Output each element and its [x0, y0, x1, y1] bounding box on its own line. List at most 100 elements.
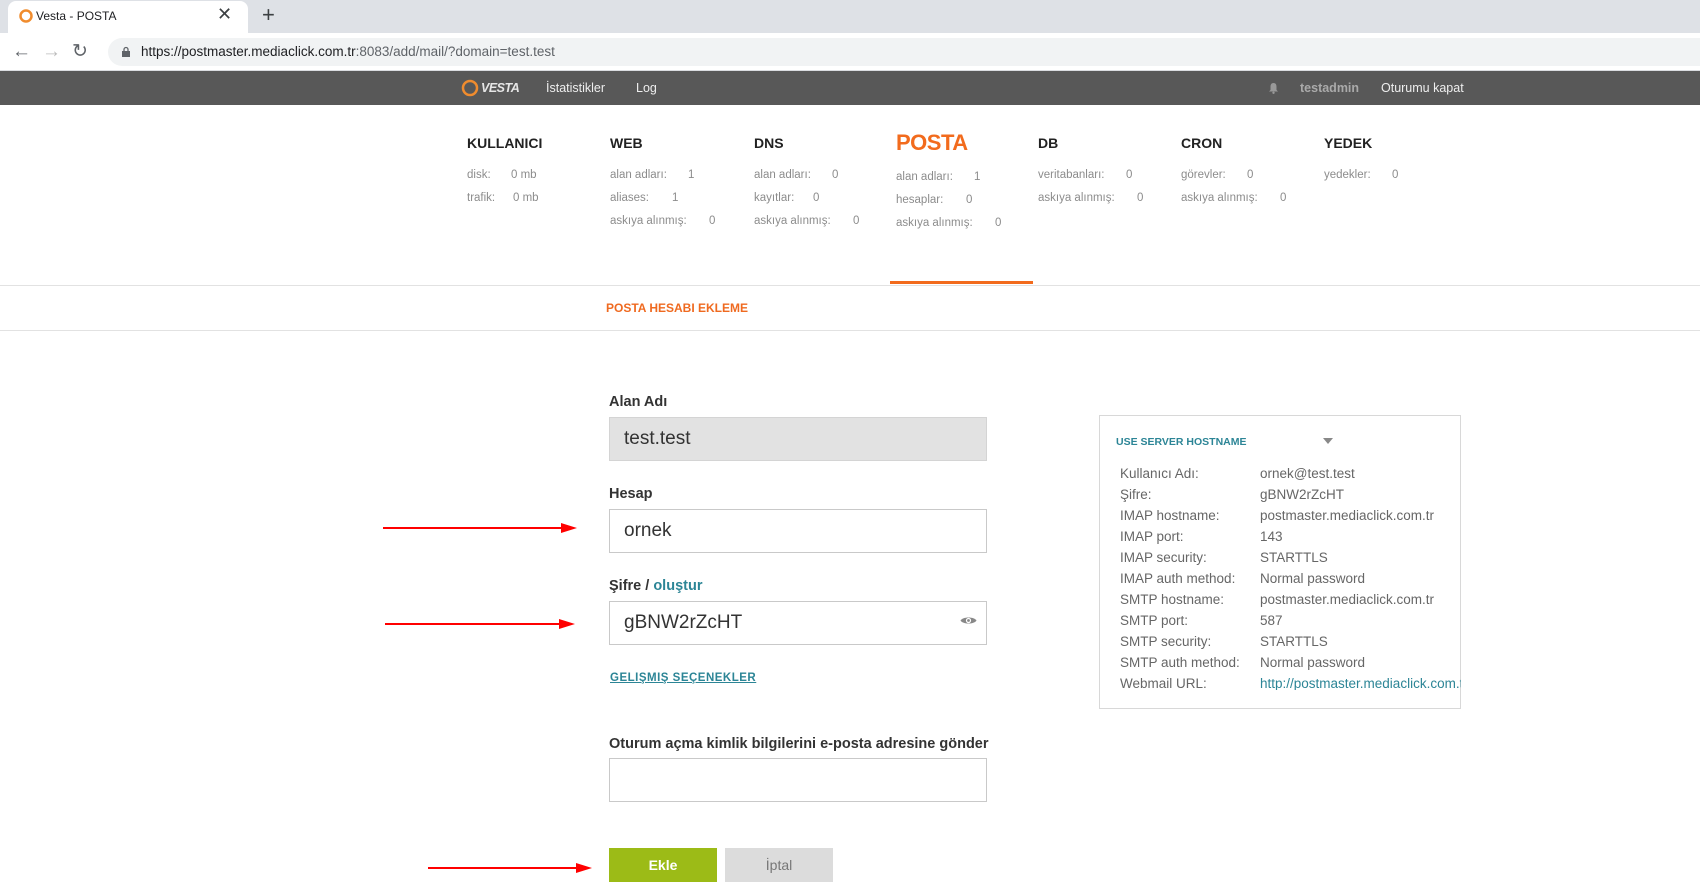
info-value: ornek@test.test [1260, 466, 1355, 481]
stat-label: alan adları: [610, 169, 667, 181]
info-key: SMTP security: [1120, 634, 1212, 649]
stat-dns-row: alan adları: 0 [754, 169, 838, 181]
stat-label: askıya alınmış: [896, 217, 973, 229]
info-key: IMAP security: [1120, 550, 1207, 565]
divider [0, 330, 1700, 331]
vesta-logo-icon[interactable] [461, 79, 479, 97]
nav-log[interactable]: Log [636, 81, 657, 95]
stat-value: 1 [672, 192, 679, 204]
stat-label: alan adları: [896, 171, 953, 183]
stat-dns-title[interactable]: DNS [754, 135, 784, 151]
user-name[interactable]: testadmin [1300, 81, 1359, 95]
stat-label: trafik: [467, 192, 496, 204]
stat-db-row: veritabanları: 0 [1038, 169, 1132, 181]
hostname-select[interactable]: USE SERVER HOSTNAME [1116, 436, 1247, 448]
stat-yedek-row: yedekler: 0 [1324, 169, 1398, 181]
info-value: STARTTLS [1260, 634, 1328, 649]
stat-kullanici[interactable]: KULLANICI [467, 135, 542, 151]
stat-value: 1 [688, 169, 695, 181]
vesta-logo-text[interactable]: VESTA [481, 81, 520, 95]
stat-label: askıya alınmış: [610, 215, 687, 227]
stat-value: 0 [709, 215, 716, 227]
page-title: POSTA HESABI EKLEME [606, 301, 749, 315]
stat-dns-row: kayıtlar: 0 [754, 192, 819, 204]
stat-label: disk: [467, 169, 491, 181]
stat-db-row: askıya alınmış: 0 [1038, 192, 1143, 204]
stat-dns-row: askıya alınmış: 0 [754, 215, 859, 227]
generate-password-link[interactable]: oluştur [653, 578, 702, 594]
divider [0, 285, 1700, 286]
address-url[interactable]: https://postmaster.mediaclick.com.tr:808… [141, 44, 555, 59]
info-key: IMAP auth method: [1120, 571, 1236, 586]
account-input[interactable]: ornek [609, 509, 987, 553]
stat-label: askıya alınmış: [754, 215, 831, 227]
advanced-options-link[interactable]: GELIŞMIŞ SEÇENEKLER [610, 672, 756, 684]
tab-close-icon[interactable]: ✕ [217, 5, 232, 23]
stat-posta-row: hesaplar: 0 [896, 194, 972, 206]
stat-web-row: askıya alınmış: 0 [610, 215, 715, 227]
stat-kullanici-row: disk: 0 mb [467, 169, 537, 181]
stat-label: hesaplar: [896, 194, 944, 206]
cancel-button[interactable]: İptal [725, 848, 833, 882]
new-tab-icon[interactable]: + [262, 3, 275, 27]
stat-posta-title[interactable]: POSTA [896, 130, 968, 156]
stat-label: alan adları: [754, 169, 811, 181]
eye-icon[interactable] [960, 615, 977, 626]
browser-tab-strip [0, 0, 1700, 33]
info-value: 143 [1260, 529, 1283, 544]
info-value: postmaster.mediaclick.com.tr [1260, 508, 1435, 523]
info-key: Webmail URL: [1120, 676, 1207, 690]
info-value: postmaster.mediaclick.com.tr [1260, 592, 1435, 607]
stat-cron-row: görevler: 0 [1181, 169, 1253, 181]
nav-statistics[interactable]: İstatistikler [546, 81, 605, 95]
stat-label: görevler: [1181, 169, 1226, 181]
stat-cron-title[interactable]: CRON [1181, 135, 1222, 151]
stat-value: 0 [1137, 192, 1144, 204]
info-key: IMAP hostname: [1120, 508, 1220, 523]
chevron-down-icon[interactable] [1323, 438, 1333, 444]
stat-value: 0 [995, 217, 1002, 229]
stat-db-title[interactable]: DB [1038, 135, 1058, 151]
back-icon[interactable]: ← [12, 42, 31, 62]
lock-icon [122, 46, 130, 57]
send-credentials-label: Oturum açma kimlik bilgilerini e-posta a… [609, 736, 989, 752]
stat-posta-row: askıya alınmış: 0 [896, 217, 1001, 229]
stat-label: askıya alınmış: [1038, 192, 1115, 204]
stat-label: kayıtlar: [754, 192, 795, 204]
stat-value: 0 [1247, 169, 1254, 181]
vesta-favicon-icon [19, 9, 33, 23]
info-value: STARTTLS [1260, 550, 1328, 565]
reload-icon[interactable]: ↻ [72, 42, 88, 62]
stat-value: 0 [1126, 169, 1133, 181]
stat-value: 0 [1392, 169, 1399, 181]
tab-title: Vesta - POSTA [36, 9, 117, 23]
stat-kullanici-title: KULLANICI [467, 135, 543, 151]
add-button[interactable]: Ekle [609, 848, 717, 882]
webmail-url-link[interactable]: http://postmaster.mediaclick.com.tr [1260, 676, 1461, 690]
stat-web-row: aliases: 1 [610, 192, 678, 204]
stat-value: 0 mb [511, 169, 537, 181]
info-key: Kullanıcı Adı: [1120, 466, 1199, 481]
stat-posta-row: alan adları: 1 [896, 171, 980, 183]
info-key: Şifre: [1120, 487, 1152, 502]
password-label: Şifre / [609, 578, 650, 594]
info-last-row: Webmail URL: http://postmaster.mediaclic… [1099, 670, 1461, 690]
stat-kullanici-row: trafik: 0 mb [467, 192, 539, 204]
stat-value: 0 [832, 169, 839, 181]
info-key: SMTP auth method: [1120, 655, 1240, 670]
stat-value: 0 [1280, 192, 1287, 204]
active-tab-indicator [890, 281, 1033, 284]
stat-web-title[interactable]: WEB [610, 135, 643, 151]
send-credentials-input[interactable] [609, 758, 987, 802]
bell-icon[interactable] [1268, 82, 1279, 94]
info-value: 587 [1260, 613, 1283, 628]
info-key: IMAP port: [1120, 529, 1184, 544]
stat-value: 0 [853, 215, 860, 227]
password-label-row: Şifre / oluştur [609, 578, 702, 594]
forward-icon[interactable]: → [42, 42, 61, 62]
logout-link[interactable]: Oturumu kapat [1381, 81, 1464, 95]
stat-web-row: alan adları: 1 [610, 169, 694, 181]
password-input[interactable]: gBNW2rZcHT [609, 601, 987, 645]
url-path: :8083/add/mail/?domain=test.test [355, 44, 555, 59]
stat-yedek-title[interactable]: YEDEK [1324, 135, 1372, 151]
